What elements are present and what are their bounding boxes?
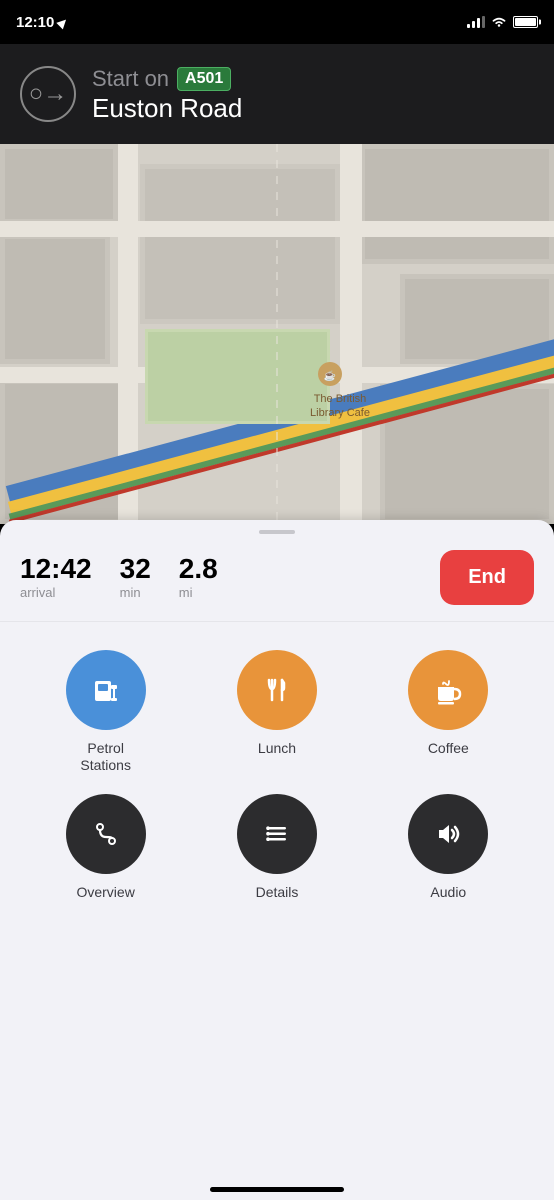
- arrival-label: arrival: [20, 585, 92, 600]
- distance-value: 2.8: [179, 555, 218, 583]
- audio-label: Audio: [430, 884, 466, 901]
- bottom-panel: 12:42 arrival 32 min 2.8 mi End: [0, 520, 554, 1200]
- petrol-icon: [87, 671, 125, 709]
- home-indicator: [210, 1187, 344, 1192]
- arrival-time-item: 12:42 arrival: [20, 555, 92, 600]
- start-on-label: Start on: [92, 66, 169, 92]
- time-display: 12:10: [16, 14, 54, 31]
- direction-icon: ○→: [20, 66, 76, 122]
- battery-icon: [513, 16, 538, 28]
- nav-instruction-line1: Start on A501: [92, 66, 242, 92]
- audio-circle: [408, 794, 488, 874]
- direction-arrow-icon: ○→: [29, 80, 68, 108]
- svg-text:☕: ☕: [324, 369, 336, 382]
- overview-item[interactable]: Overview: [41, 794, 171, 901]
- actions-row2: Overview Details: [0, 782, 554, 921]
- minutes-label: min: [120, 585, 151, 600]
- end-button[interactable]: End: [440, 550, 534, 605]
- details-circle: [237, 794, 317, 874]
- actions-row1: PetrolStations Lunch: [0, 622, 554, 782]
- details-item[interactable]: Details: [212, 794, 342, 901]
- road-badge: A501: [177, 67, 231, 91]
- coffee-item[interactable]: Coffee: [383, 650, 513, 774]
- wifi-icon: [491, 16, 507, 28]
- overview-icon: [87, 815, 125, 853]
- distance-item: 2.8 mi: [179, 555, 218, 600]
- audio-icon: [429, 815, 467, 853]
- svg-text:The British: The British: [314, 393, 367, 405]
- status-icons: [467, 16, 538, 28]
- lunch-item[interactable]: Lunch: [212, 650, 342, 774]
- nav-text: Start on A501 Euston Road: [92, 66, 242, 123]
- overview-circle: [66, 794, 146, 874]
- details-icon: [258, 815, 296, 853]
- status-bar: 12:10 ▶: [0, 0, 554, 44]
- eta-row: 12:42 arrival 32 min 2.8 mi End: [0, 550, 554, 622]
- map-area[interactable]: ☕ The British Library Cafe: [0, 144, 554, 524]
- overview-label: Overview: [76, 884, 134, 901]
- status-time: 12:10 ▶: [16, 14, 67, 31]
- lunch-icon: [258, 671, 296, 709]
- coffee-label: Coffee: [428, 740, 469, 757]
- coffee-cup-icon: [429, 671, 467, 709]
- nav-header: ○→ Start on A501 Euston Road: [0, 44, 554, 144]
- svg-text:Library Cafe: Library Cafe: [310, 407, 370, 419]
- drag-handle[interactable]: [259, 530, 295, 534]
- minutes-item: 32 min: [120, 555, 151, 600]
- lunch-label: Lunch: [258, 740, 296, 757]
- petrol-label: PetrolStations: [80, 740, 131, 774]
- arrival-time-value: 12:42: [20, 555, 92, 583]
- petrol-stations-circle: [66, 650, 146, 730]
- location-arrow-icon: ▶: [55, 14, 70, 29]
- road-name: Euston Road: [92, 94, 242, 123]
- lunch-circle: [237, 650, 317, 730]
- audio-item[interactable]: Audio: [383, 794, 513, 901]
- minutes-value: 32: [120, 555, 151, 583]
- details-label: Details: [256, 884, 299, 901]
- petrol-stations-item[interactable]: PetrolStations: [41, 650, 171, 774]
- coffee-circle: [408, 650, 488, 730]
- distance-label: mi: [179, 585, 218, 600]
- map-svg: ☕ The British Library Cafe: [0, 144, 554, 524]
- signal-icon: [467, 16, 485, 28]
